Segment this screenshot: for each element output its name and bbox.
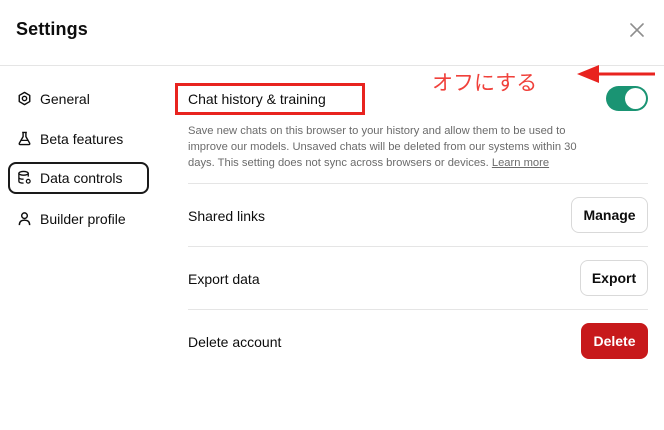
learn-more-link[interactable]: Learn more [492, 157, 549, 169]
user-icon [18, 212, 31, 226]
divider [188, 309, 648, 310]
chat-history-description: Save new chats on this browser to your h… [188, 123, 593, 171]
sidebar-item-label: Beta features [40, 131, 124, 147]
close-icon[interactable] [626, 19, 648, 41]
annotation-arrow-icon [577, 65, 655, 83]
flask-icon [18, 131, 31, 146]
dialog-title: Settings [16, 19, 88, 39]
export-button[interactable]: Export [580, 260, 648, 296]
delete-account-label: Delete account [188, 334, 282, 350]
sidebar-item-label: Data controls [40, 170, 123, 186]
export-data-label: Export data [188, 271, 260, 287]
chat-history-label: Chat history & training [188, 91, 326, 107]
chat-history-toggle[interactable] [606, 86, 648, 111]
settings-header: Settings [0, 0, 664, 66]
divider [188, 183, 648, 184]
database-icon [18, 170, 31, 184]
manage-button[interactable]: Manage [571, 197, 648, 233]
toggle-knob [625, 88, 646, 109]
delete-button[interactable]: Delete [581, 323, 648, 359]
annotation-label: オフにする [432, 71, 538, 95]
divider [188, 246, 648, 247]
sidebar-item-beta-features[interactable]: Beta features [8, 123, 149, 155]
sidebar-item-data-controls[interactable]: Data controls [8, 162, 149, 194]
shared-links-label: Shared links [188, 208, 266, 224]
sidebar-item-general[interactable]: General [8, 83, 149, 115]
sidebar-item-label: General [40, 91, 90, 107]
sidebar-item-builder-profile[interactable]: Builder profile [8, 203, 149, 235]
sidebar-item-label: Builder profile [40, 211, 126, 227]
gear-icon [18, 91, 31, 106]
